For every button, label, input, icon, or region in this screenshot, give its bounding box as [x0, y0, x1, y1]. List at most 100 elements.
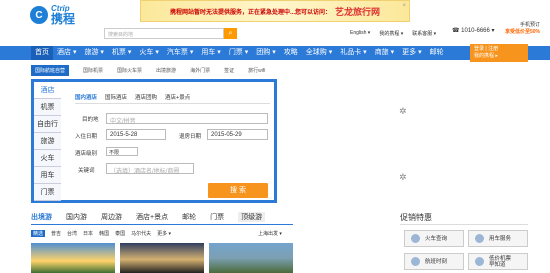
nav-home[interactable]: 首页 — [31, 46, 53, 60]
search-button[interactable]: 搜 索 — [208, 183, 268, 198]
keyword-input[interactable]: （选填）酒店名/地标/商圈 — [106, 163, 194, 175]
hotel-tabs: 国内酒店 国际酒店 酒店团购 酒店+景点 — [75, 93, 190, 101]
nav-more[interactable]: 更多 ▾ — [398, 46, 425, 60]
sub-nav: 国际航班自营 国际机票 国际火车票 出境旅游 海外门票 签证 旅行wifi — [31, 64, 528, 76]
nav-giftcard[interactable]: 礼品卡 ▾ — [336, 46, 370, 60]
app-line-1: 手机预订 — [520, 22, 541, 28]
app-line-2: 享受低价至50% — [505, 29, 541, 35]
keyword-label: 关键词 — [78, 168, 95, 174]
sidebar-item-hotel[interactable]: 酒店 — [34, 82, 61, 99]
subnav-wifi[interactable]: 旅行wifi — [248, 67, 265, 74]
sidebar-item-train[interactable]: 火车 — [34, 150, 61, 167]
main-nav: 首页 酒店 ▾ 旅游 ▾ 机票 ▾ 火车 ▾ 汽车票 ▾ 用车 ▾ 门票 ▾ 团… — [0, 46, 550, 60]
checkout-label: 退房日期 — [179, 134, 202, 140]
flight-schedule-label: 航班时刻 — [425, 258, 448, 265]
subnav-visa[interactable]: 签证 — [224, 67, 234, 74]
tab-luxury[interactable]: 顶级游 — [238, 212, 266, 222]
train-query-button[interactable]: 火车查询 — [404, 230, 464, 247]
language-link[interactable]: English ▾ — [350, 30, 370, 37]
customer-service-link[interactable]: 联系客服 ▾ — [412, 30, 436, 37]
logo-mark-icon: C — [30, 6, 48, 24]
destination-tabs: 精选 普吉 台湾 日本 韩国 泰国 马尔代夫 更多 ▾ — [31, 230, 171, 237]
notice-text: 携程网站暂时无法提供服务，正在紧急处理中...您可以访问： — [169, 9, 331, 16]
my-ctrip[interactable]: 我的携程 ▸ — [474, 53, 524, 60]
star-select[interactable]: 不限 — [106, 147, 138, 156]
checkin-input[interactable]: 2015-5-28 — [106, 129, 166, 140]
login-register[interactable]: 登录 | 注册 — [474, 46, 524, 53]
car-service-button[interactable]: 用车服务 — [468, 230, 528, 247]
subnav-overseas-tickets[interactable]: 海外门票 — [190, 67, 210, 74]
loading-icon: ✲ — [399, 106, 407, 116]
phone-number[interactable]: ☎ 1010-6666 ▾ — [452, 27, 495, 34]
clock-icon — [411, 257, 420, 266]
subnav-intl-flight[interactable]: 国际航班自营 — [31, 64, 70, 76]
tab-nearby[interactable]: 周边游 — [101, 212, 122, 222]
subnav-intl-ticket[interactable]: 国际机票 — [83, 67, 103, 74]
nav-groupbuy[interactable]: 团购 ▾ — [252, 46, 279, 60]
nav-flights[interactable]: 机票 ▾ — [108, 46, 135, 60]
notice-banner: 携程网站暂时无法提供服务，正在紧急处理中...您可以访问： 艺龙旅行网 × — [140, 0, 410, 22]
loading-icon: ✲ — [399, 172, 407, 182]
my-ctrip-link[interactable]: 我的携程 ▾ — [379, 30, 403, 37]
tab-tickets[interactable]: 门票 — [210, 212, 224, 222]
tour-photo[interactable] — [209, 243, 293, 273]
destination-label: 目的地 — [82, 117, 99, 123]
promo-divider — [400, 224, 528, 225]
cheap-flight-label: 低价机票 早知道 — [489, 255, 512, 268]
nav-train[interactable]: 火车 ▾ — [135, 46, 162, 60]
tab-domestic-hotel[interactable]: 国内酒店 — [75, 93, 97, 101]
nav-car[interactable]: 用车 ▾ — [197, 46, 224, 60]
dest-phuket[interactable]: 普吉 — [51, 230, 61, 237]
nav-travel[interactable]: 旅游 ▾ — [80, 46, 107, 60]
notice-link[interactable]: 艺龙旅行网 — [335, 5, 380, 18]
departure-select[interactable]: 上海出发 ▾ — [258, 230, 282, 237]
ctrip-logo[interactable]: C Ctrip 携程 — [30, 5, 75, 25]
mobile-app-promo[interactable]: 手机预订 享受低价至50% — [505, 22, 540, 36]
dest-japan[interactable]: 日本 — [83, 230, 93, 237]
tab-intl-hotel[interactable]: 国际酒店 — [105, 93, 127, 101]
dest-taiwan[interactable]: 台湾 — [67, 230, 77, 237]
dest-featured[interactable]: 精选 — [31, 230, 46, 237]
logo-cn: 携程 — [51, 12, 76, 26]
nav-business[interactable]: 商旅 ▾ — [371, 46, 398, 60]
tab-outbound[interactable]: 出境游 — [31, 212, 52, 222]
tab-hotel-attraction[interactable]: 酒店+景点 — [165, 93, 190, 101]
subnav-outbound-travel[interactable]: 出境旅游 — [156, 67, 176, 74]
subnav-intl-train[interactable]: 国际火车票 — [117, 67, 142, 74]
tour-photo[interactable] — [120, 243, 204, 273]
dest-maldives[interactable]: 马尔代夫 — [131, 230, 151, 237]
sidebar-item-flight[interactable]: 机票 — [34, 99, 61, 116]
close-icon[interactable]: × — [402, 3, 406, 9]
dest-more[interactable]: 更多 ▾ — [157, 230, 171, 237]
star-label: 酒店级别 — [75, 151, 98, 157]
cheap-flight-button[interactable]: 低价机票 早知道 — [468, 253, 528, 270]
search-input[interactable]: 搜索目的地 — [104, 28, 224, 39]
nav-global-shop[interactable]: 全球购 ▾ — [302, 46, 336, 60]
login-box[interactable]: 登录 | 注册 我的携程 ▸ — [470, 44, 528, 62]
flight-schedule-button[interactable]: 航班时刻 — [404, 253, 464, 270]
checkout-input[interactable]: 2015-05-29 — [207, 129, 268, 140]
tab-hotel-group[interactable]: 酒店团购 — [135, 93, 157, 101]
tour-photo[interactable] — [31, 243, 115, 273]
tab-domestic[interactable]: 国内游 — [66, 212, 87, 222]
nav-bus[interactable]: 汽车票 ▾ — [163, 46, 197, 60]
destination-input[interactable]: 中文/拼音 — [106, 113, 268, 125]
plane-icon — [475, 257, 484, 266]
dest-thailand[interactable]: 泰国 — [115, 230, 125, 237]
sidebar-item-freetravel[interactable]: 自由行 — [34, 116, 61, 133]
sidebar-item-tour[interactable]: 旅游 — [34, 133, 61, 150]
checkin-label: 入住日期 — [75, 134, 98, 140]
tab-cruise[interactable]: 邮轮 — [182, 212, 196, 222]
train-icon — [411, 234, 420, 243]
dest-korea[interactable]: 韩国 — [99, 230, 109, 237]
nav-cruise[interactable]: 邮轮 — [426, 46, 448, 60]
promo-title: 促销特惠 — [400, 213, 432, 222]
car-icon — [475, 234, 484, 243]
tab-hotel-spot[interactable]: 酒店+景点 — [136, 212, 168, 222]
nav-hotel[interactable]: 酒店 ▾ — [53, 46, 80, 60]
sidebar-item-car[interactable]: 用车 — [34, 167, 61, 184]
nav-guide[interactable]: 攻略 — [280, 46, 302, 60]
nav-tickets[interactable]: 门票 ▾ — [225, 46, 252, 60]
search-icon[interactable]: ⌕ — [224, 28, 237, 39]
sidebar-item-tickets[interactable]: 门票 — [34, 184, 61, 201]
